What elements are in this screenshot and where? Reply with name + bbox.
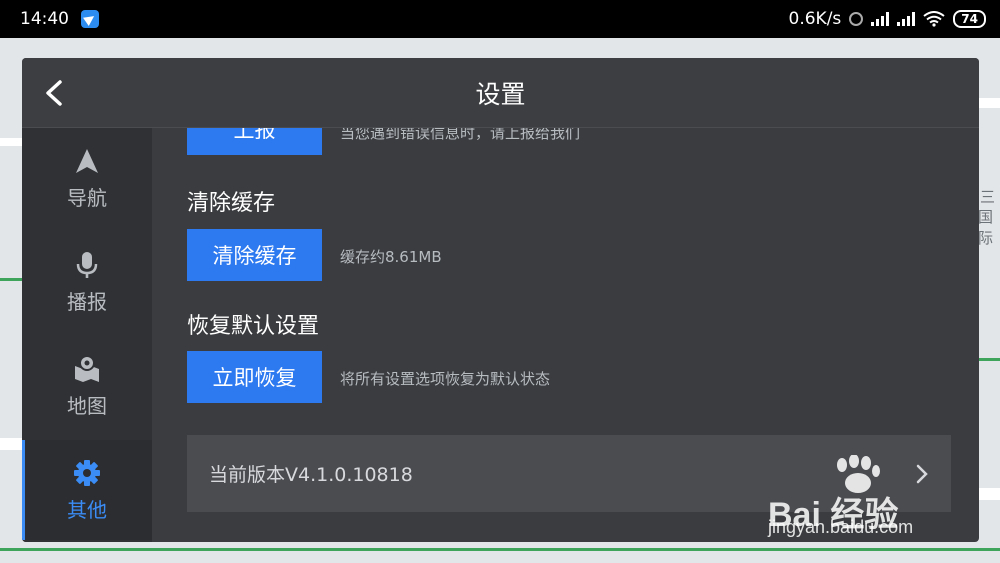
sidebar-item-label: 其他 xyxy=(67,497,107,522)
sync-icon xyxy=(849,12,864,26)
sidebar-item-other[interactable]: 其他 xyxy=(22,440,152,540)
cache-size-text: 缓存约8.61MB xyxy=(340,248,442,266)
sidebar-item-broadcast[interactable]: 播报 xyxy=(22,232,152,332)
navigation-arrow-icon xyxy=(76,148,98,173)
version-text: 当前版本V4.1.0.10818 xyxy=(209,464,413,486)
microphone-icon xyxy=(76,251,98,278)
page-title: 设置 xyxy=(475,79,526,109)
signal-icon xyxy=(871,12,890,26)
sidebar-item-label: 地图 xyxy=(67,393,107,418)
restore-description: 将所有设置选项恢复为默认状态 xyxy=(340,370,551,388)
report-description: 当您遇到错误信息时，请上报给我们 xyxy=(340,128,581,142)
status-bar: 14:40 0.6K/s 74 xyxy=(0,0,1000,38)
gear-icon xyxy=(74,459,100,486)
map-pin-icon xyxy=(75,354,99,382)
restore-defaults-title: 恢复默认设置 xyxy=(187,314,320,339)
sidebar-item-navigation[interactable]: 导航 xyxy=(22,128,152,228)
baidu-watermark: Bai 经验 jingyan.baidu.com xyxy=(768,455,948,547)
signal-icon-2 xyxy=(897,12,916,26)
watermark-url: jingyan.baidu.com xyxy=(768,517,914,537)
battery-indicator: 74 xyxy=(953,10,986,28)
status-indicators: 0.6K/s 74 xyxy=(789,9,986,29)
report-button[interactable]: 上报 xyxy=(187,128,322,155)
map-label: 国际 xyxy=(978,208,994,247)
restore-now-button[interactable]: 立即恢复 xyxy=(187,351,322,403)
sidebar-item-map[interactable]: 地图 xyxy=(22,336,152,436)
clear-cache-title: 清除缓存 xyxy=(187,191,276,216)
status-time: 14:40 xyxy=(20,9,69,29)
chevron-left-icon[interactable] xyxy=(38,76,72,110)
sidebar-item-label: 播报 xyxy=(67,289,107,314)
map-label: 三 xyxy=(980,188,996,206)
sidebar-item-label: 导航 xyxy=(67,185,107,210)
wifi-icon xyxy=(923,11,945,27)
network-speed: 0.6K/s xyxy=(788,9,842,29)
clear-cache-button[interactable]: 清除缓存 xyxy=(187,229,322,281)
navigation-app-icon xyxy=(81,10,99,28)
dialog-header: 设置 xyxy=(22,58,979,128)
settings-sidebar: 导航 播报 地图 其他 xyxy=(22,128,152,542)
